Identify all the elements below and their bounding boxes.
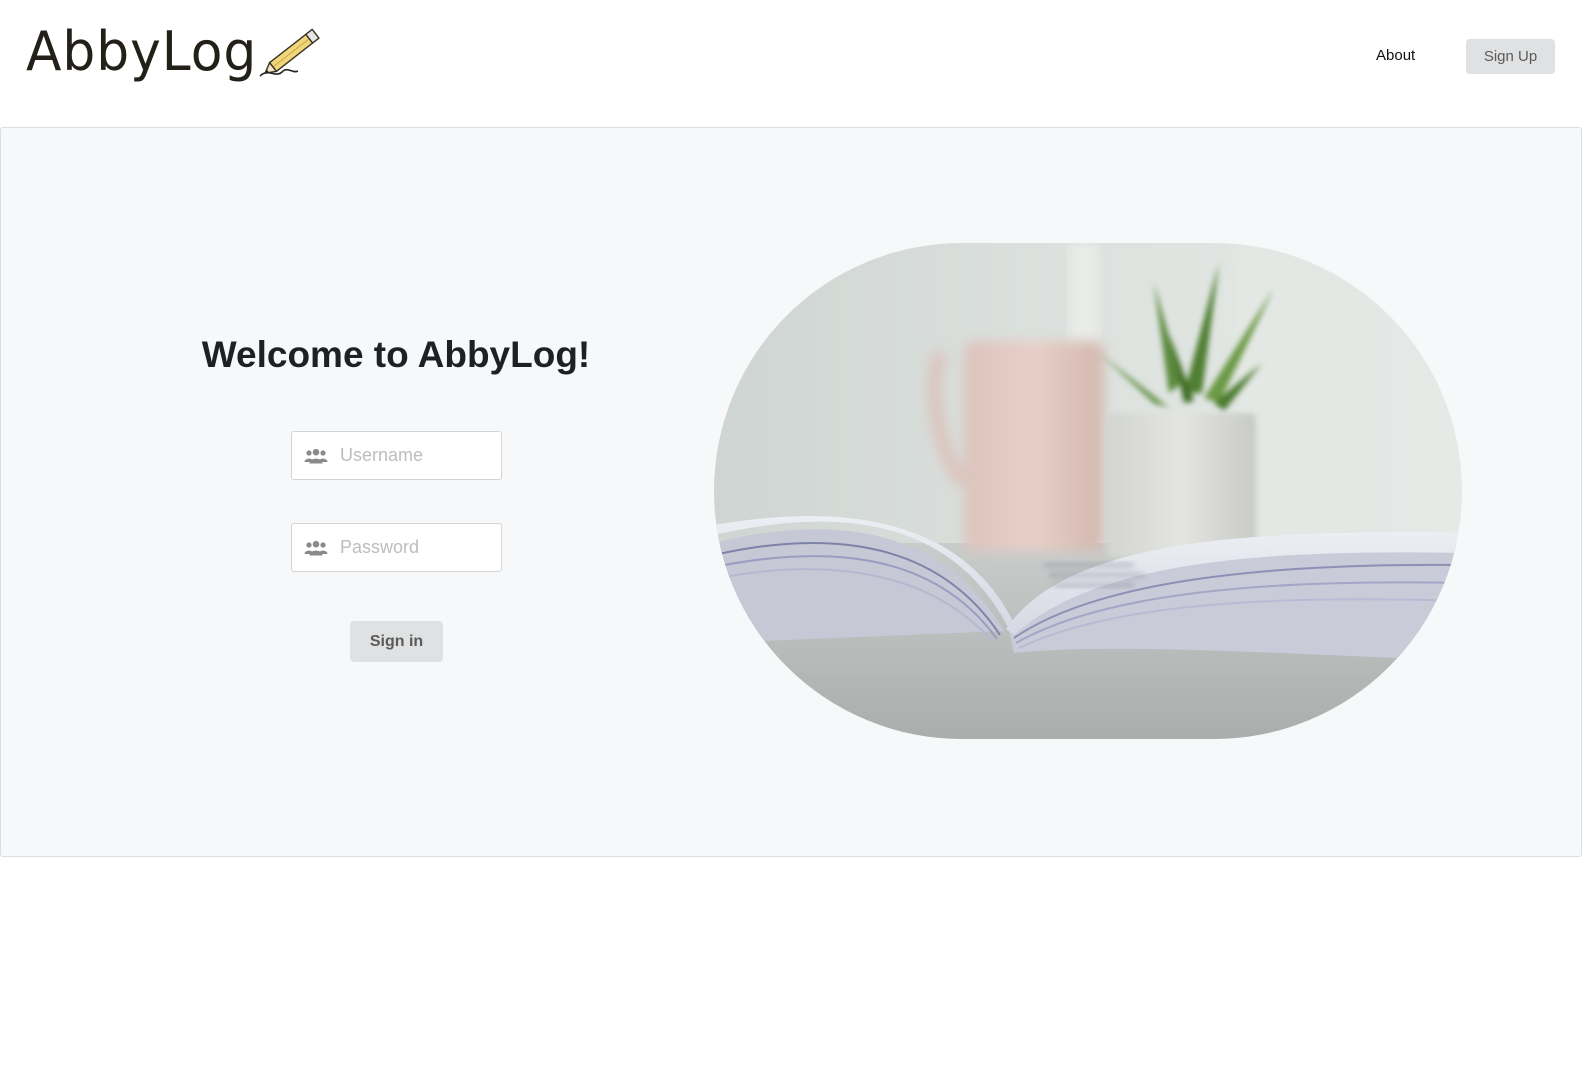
page-title: Welcome to AbbyLog! xyxy=(201,334,591,375)
abbylog-logo[interactable]: AbbyLog xyxy=(26,20,326,92)
hero-image xyxy=(714,243,1462,739)
top-navbar: AbbyLog About Sign Up xyxy=(0,0,1582,126)
pencil-icon xyxy=(259,28,320,77)
password-input[interactable] xyxy=(340,527,495,568)
users-icon xyxy=(292,523,340,572)
login-segment: Welcome to AbbyLog! Username Sign in xyxy=(0,127,1582,857)
username-field[interactable] xyxy=(291,431,502,480)
nav-about-link[interactable]: About xyxy=(1376,44,1415,68)
signin-button[interactable]: Sign in xyxy=(350,621,443,662)
signup-button[interactable]: Sign Up xyxy=(1466,39,1555,74)
users-icon xyxy=(292,431,340,480)
password-field[interactable] xyxy=(291,523,502,572)
username-input[interactable] xyxy=(340,435,495,476)
logo-text: AbbyLog xyxy=(26,20,258,83)
